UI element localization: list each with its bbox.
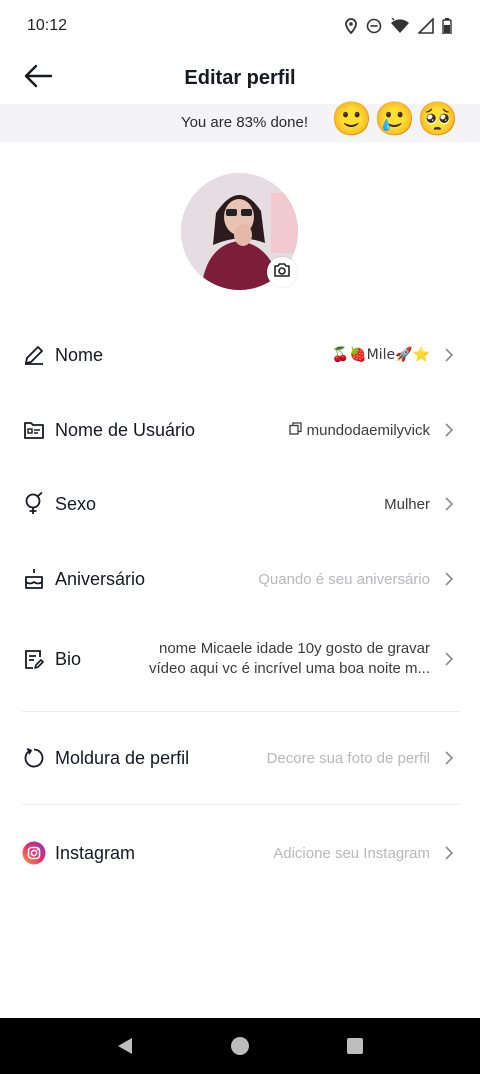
battery-icon (442, 18, 452, 34)
triangle-back-icon (118, 1038, 132, 1054)
circle-home-icon (231, 1037, 249, 1055)
back-button[interactable] (20, 60, 56, 96)
row-username-value: mundodaemilyvick (306, 421, 430, 439)
location-icon (344, 18, 358, 34)
row-bio-value-line1: nome Micaele idade 10y gosto de gravar (159, 640, 430, 657)
row-profile-frame[interactable]: Moldura de perfil Decore sua foto de per… (0, 732, 480, 784)
row-birthday[interactable]: Aniversário Quando é seu aniversário (0, 553, 480, 605)
do-not-disturb-icon (366, 18, 382, 34)
chevron-right-icon (445, 652, 454, 666)
row-username[interactable]: Nome de Usuário mundodaemilyvick (0, 404, 480, 456)
row-name-value: 🍒🍓Mile🚀⭐ (331, 347, 430, 363)
row-gender[interactable]: Sexo Mulher (0, 478, 480, 530)
gender-icon (22, 492, 46, 516)
progress-text: You are 83% done! (180, 114, 308, 131)
change-photo-button[interactable] (267, 257, 297, 287)
divider (22, 711, 460, 712)
row-gender-value: Mulher (384, 495, 430, 513)
smiling-tear-emoji: 🥲 (374, 99, 416, 138)
row-bio[interactable]: Bio nome Micaele idade 10y gosto de grav… (0, 633, 480, 685)
wifi-icon (390, 18, 410, 34)
pleading-emoji: 🥺 (417, 99, 459, 138)
chevron-right-icon (445, 846, 454, 860)
row-profile-frame-placeholder: Decore sua foto de perfil (266, 749, 430, 767)
row-birthday-label: Aniversário (55, 568, 146, 589)
chevron-right-icon (445, 497, 454, 511)
pencil-icon (22, 343, 46, 367)
row-name-label: Nome (55, 344, 104, 365)
row-bio-label: Bio (55, 648, 82, 669)
chevron-right-icon (445, 348, 454, 362)
progress-emojis: 🙂 🥲 🥺 (331, 99, 459, 139)
row-profile-frame-label: Moldura de perfil (55, 747, 190, 768)
divider (22, 804, 460, 805)
square-recents-icon (347, 1038, 363, 1054)
nav-back-button[interactable] (115, 1036, 135, 1056)
instagram-icon (22, 841, 46, 865)
slightly-smiling-emoji: 🙂 (331, 99, 373, 138)
chevron-right-icon (445, 423, 454, 437)
camera-icon (273, 262, 291, 283)
nav-recents-button[interactable] (345, 1036, 365, 1056)
system-nav-bar (0, 1018, 480, 1074)
avatar-button[interactable] (181, 173, 298, 290)
page-title: Editar perfil (184, 66, 296, 89)
row-name[interactable]: Nome 🍒🍓Mile🚀⭐ (0, 329, 480, 381)
id-card-icon (22, 418, 46, 442)
chevron-right-icon (445, 572, 454, 586)
header: Editar perfil (0, 52, 480, 104)
row-instagram-placeholder: Adicione seu Instagram (273, 844, 430, 862)
arrow-left-icon (23, 64, 53, 93)
edit-note-icon (22, 647, 46, 671)
row-birthday-placeholder: Quando é seu aniversário (258, 570, 430, 588)
copy-icon[interactable] (288, 421, 302, 439)
row-username-label: Nome de Usuário (55, 419, 196, 440)
status-icons (344, 18, 452, 34)
row-bio-value-line2: vídeo aqui vc é incrível uma boa noite m… (149, 660, 430, 677)
row-bio-value: nome Micaele idade 10y gosto de gravar v… (120, 639, 430, 679)
nav-home-button[interactable] (230, 1036, 250, 1056)
refresh-circle-icon (22, 746, 46, 770)
chevron-right-icon (445, 751, 454, 765)
signal-icon (418, 18, 434, 34)
row-gender-label: Sexo (55, 493, 97, 514)
row-instagram-label: Instagram (55, 842, 136, 863)
cake-icon (22, 567, 46, 591)
row-instagram[interactable]: Instagram Adicione seu Instagram (0, 827, 480, 879)
status-time: 10:12 (27, 17, 68, 34)
row-username-value-wrap: mundodaemilyvick (288, 421, 430, 439)
status-bar: 10:12 (0, 0, 480, 52)
